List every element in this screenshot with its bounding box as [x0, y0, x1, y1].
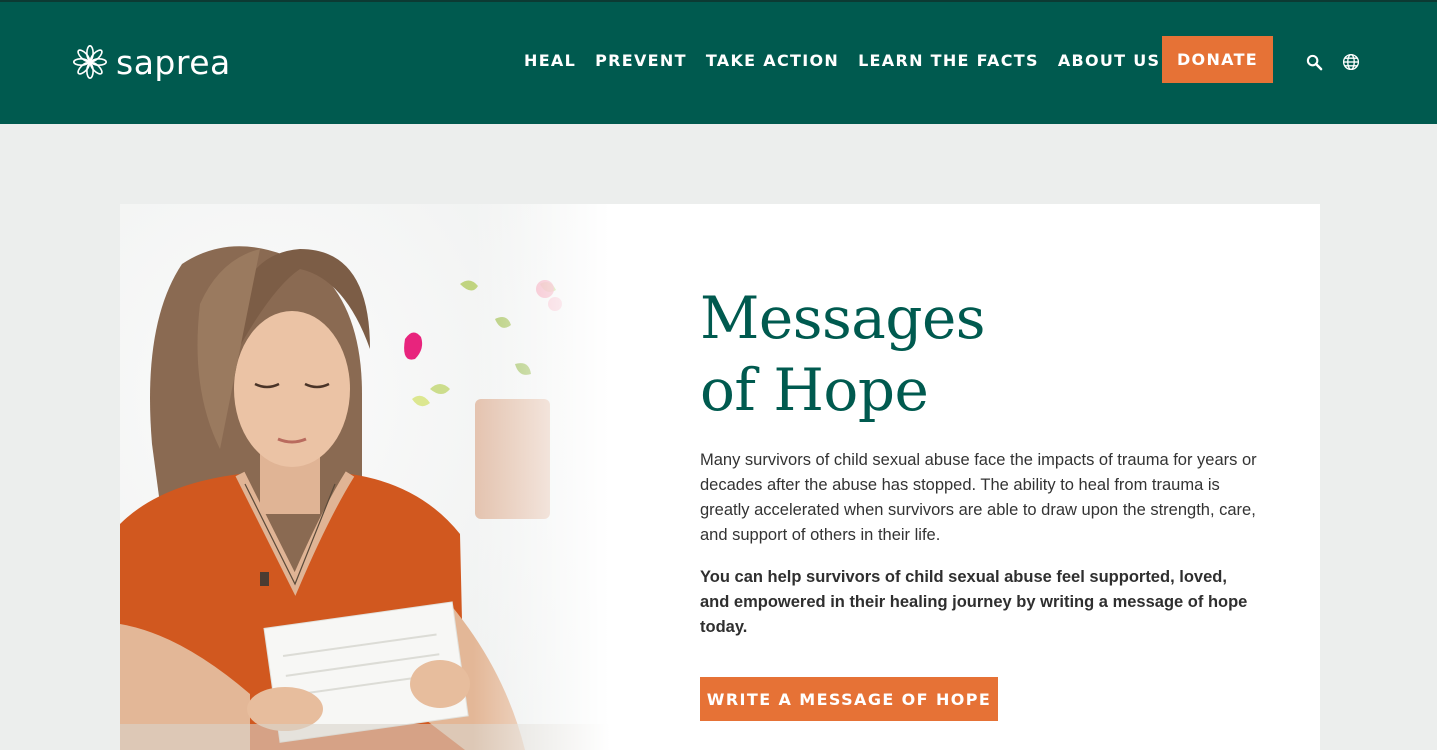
hero-content: Messages of Hope Many survivors of child… — [700, 282, 1260, 721]
globe-icon — [1342, 53, 1360, 71]
nav-item-prevent[interactable]: PREVENT — [595, 51, 687, 70]
hero-photo — [120, 204, 610, 750]
site-header: saprea HEAL PREVENT TAKE ACTION LEARN TH… — [0, 0, 1437, 124]
donate-button[interactable]: DONATE — [1162, 36, 1273, 83]
logo-link[interactable]: saprea — [72, 42, 231, 82]
page-title: Messages of Hope — [700, 282, 1260, 426]
title-line-2: of Hope — [700, 356, 929, 424]
brand-name: saprea — [116, 42, 231, 82]
intro-paragraph: Many survivors of child sexual abuse fac… — [700, 451, 1257, 544]
nav-item-about-us[interactable]: ABOUT US — [1058, 51, 1161, 70]
call-to-action-text: You can help survivors of child sexual a… — [700, 568, 1248, 636]
main-nav: HEAL PREVENT TAKE ACTION LEARN THE FACTS… — [524, 51, 1160, 71]
nav-item-heal[interactable]: HEAL — [524, 51, 576, 70]
messages-of-hope-card: Messages of Hope Many survivors of child… — [120, 204, 1320, 750]
search-button[interactable] — [1304, 52, 1324, 72]
nav-item-take-action[interactable]: TAKE ACTION — [706, 51, 839, 70]
title-line-1: Messages — [700, 284, 986, 352]
nav-item-learn-the-facts[interactable]: LEARN THE FACTS — [858, 51, 1039, 70]
search-icon — [1306, 54, 1322, 70]
language-button[interactable] — [1341, 52, 1361, 72]
star-flower-icon — [72, 44, 108, 80]
write-message-button[interactable]: WRITE A MESSAGE OF HOPE — [700, 677, 998, 721]
